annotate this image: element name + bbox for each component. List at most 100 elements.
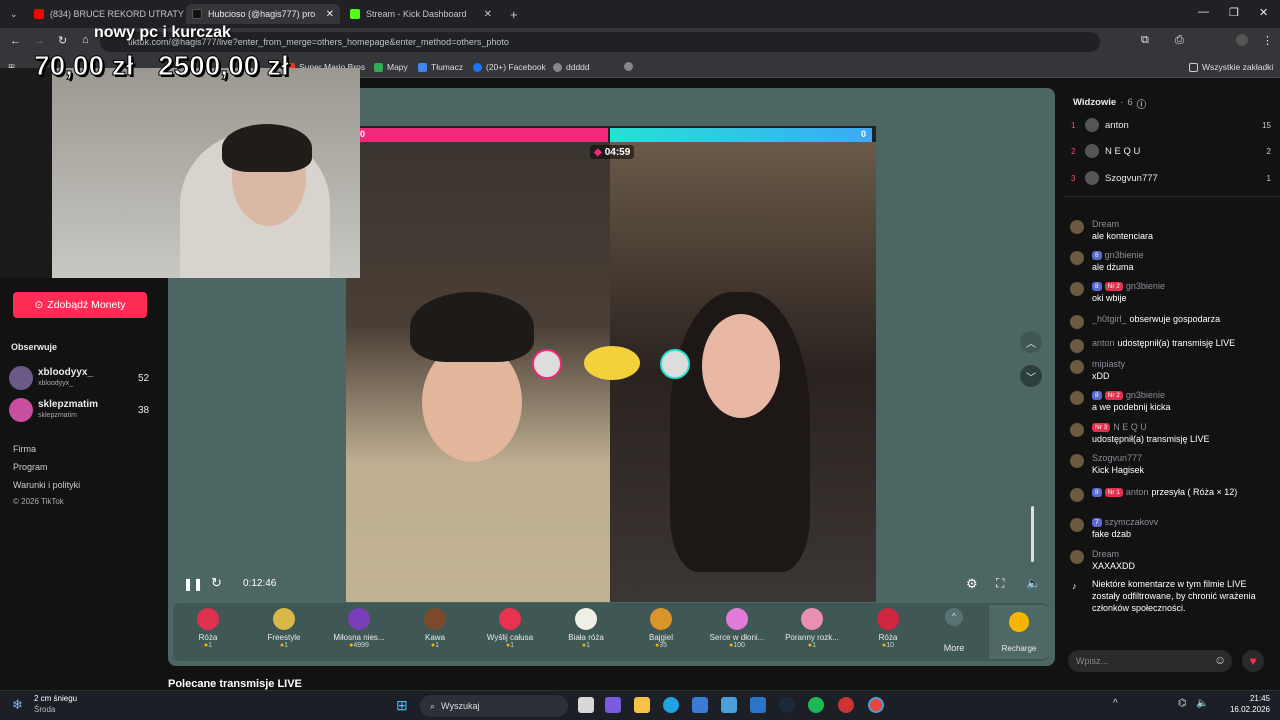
viewer-item[interactable]: 1 anton 15 bbox=[1071, 118, 1271, 132]
chat-message[interactable]: Dream ale kontenciara bbox=[1070, 218, 1270, 242]
gift-icon bbox=[197, 608, 219, 630]
home-icon[interactable]: ⌂ bbox=[82, 34, 89, 46]
viewer-item[interactable]: 2N E Q U2 bbox=[1071, 144, 1271, 158]
chat-input[interactable]: Wpisz... bbox=[1068, 650, 1232, 672]
settings-icon[interactable]: ⚙ bbox=[966, 576, 978, 592]
bookmark-globe[interactable] bbox=[624, 62, 637, 71]
link-company[interactable]: Firma bbox=[13, 444, 36, 454]
gift-item[interactable]: Serce w dłoni... ●100 bbox=[704, 608, 770, 649]
app-icon[interactable] bbox=[838, 697, 854, 713]
menu-icon[interactable]: ⋮ bbox=[1262, 34, 1273, 47]
link-terms[interactable]: Warunki i polityki bbox=[13, 480, 80, 490]
chat-message[interactable]: mipiasty xDD bbox=[1070, 358, 1270, 382]
chat-message[interactable]: _h0tgirl_ obserwuje gospodarza bbox=[1070, 313, 1270, 329]
folder-icon[interactable] bbox=[634, 697, 650, 713]
more-gifts-button[interactable]: ^ More bbox=[939, 608, 969, 656]
close-icon[interactable]: ✕ bbox=[478, 9, 492, 20]
maximize-icon[interactable]: ❐ bbox=[1229, 6, 1239, 19]
gift-icon bbox=[877, 608, 899, 630]
store-icon[interactable] bbox=[692, 697, 708, 713]
bookmark-ddddd[interactable]: ddddd bbox=[553, 62, 590, 72]
minimize-icon[interactable]: — bbox=[1198, 6, 1209, 18]
spotify-icon[interactable] bbox=[808, 697, 824, 713]
new-tab-button[interactable]: + bbox=[504, 4, 524, 24]
chat-message[interactable]: Nr 3N E Q Uudostępnił(a) transmisję LIVE bbox=[1070, 421, 1270, 445]
back-icon[interactable]: ← bbox=[10, 35, 21, 47]
gift-item[interactable]: Poranny rozk... ●1 bbox=[779, 608, 845, 649]
chat-message[interactable]: 8 Nr 1 anton przesyła ( Róża × 12) bbox=[1070, 486, 1270, 502]
file-explorer-icon[interactable] bbox=[578, 697, 594, 713]
chat-message[interactable]: 7 szymczakovv fake dżab bbox=[1070, 516, 1270, 540]
forward-icon[interactable]: → bbox=[34, 35, 45, 47]
print-icon[interactable]: ⎙ bbox=[1175, 34, 1184, 47]
gift-item[interactable]: Freestyle ●1 bbox=[251, 608, 317, 649]
gift-item[interactable]: Róża ●10 bbox=[855, 608, 921, 649]
copilot-icon[interactable] bbox=[605, 697, 621, 713]
chevron-up-icon[interactable]: ^ bbox=[1113, 698, 1118, 709]
chat-message[interactable]: anton udostępnił(a) transmisję LIVE bbox=[1070, 337, 1270, 353]
tab-list-button[interactable]: ⌄ bbox=[4, 4, 28, 24]
pause-icon[interactable]: ❚❚ bbox=[183, 577, 203, 591]
app-icon[interactable] bbox=[721, 697, 737, 713]
link-program[interactable]: Program bbox=[13, 462, 48, 472]
chevron-down-icon[interactable]: ﹀ bbox=[1020, 365, 1042, 387]
info-icon[interactable]: ⓘ bbox=[1137, 97, 1147, 111]
volume-icon[interactable]: 🔈 bbox=[1196, 698, 1208, 709]
volume-icon[interactable]: 🔈 bbox=[1026, 576, 1041, 590]
bookmark-maps[interactable]: Mapy bbox=[374, 62, 408, 72]
app-icon[interactable] bbox=[750, 697, 766, 713]
chevron-up-icon[interactable]: ︿ bbox=[1020, 331, 1042, 353]
kick-icon bbox=[350, 9, 360, 19]
volume-slider[interactable] bbox=[1031, 506, 1034, 562]
emoji-icon[interactable]: ☺ bbox=[1214, 653, 1226, 667]
following-item[interactable]: sklepzmatim sklepzmatim 38 bbox=[9, 398, 159, 424]
steam-icon[interactable] bbox=[779, 697, 795, 713]
url-field[interactable]: tiktok.com/@hagis777/live?enter_from_mer… bbox=[100, 32, 1100, 52]
battle-icon: ◆ bbox=[594, 146, 602, 158]
edge-icon[interactable] bbox=[663, 697, 679, 713]
bookmark-facebook[interactable]: (20+) Facebook bbox=[473, 62, 546, 72]
avatar bbox=[1070, 220, 1084, 234]
heart-icon[interactable]: ♥ bbox=[1242, 650, 1264, 672]
bookmark-translate[interactable]: Tłumacz bbox=[418, 62, 463, 72]
chat-message[interactable]: 8 Nr 2 gn3bienie oki wbije bbox=[1070, 280, 1270, 304]
avatar bbox=[1070, 488, 1084, 502]
windows-start-icon[interactable]: ⊞ bbox=[396, 697, 408, 714]
avatar bbox=[1070, 282, 1084, 296]
gift-item[interactable]: Biała róża ●1 bbox=[553, 608, 619, 649]
extensions-icon[interactable]: ⧉ bbox=[1141, 34, 1149, 47]
close-window-icon[interactable]: ✕ bbox=[1259, 6, 1268, 19]
network-icon[interactable]: ⌬ bbox=[1178, 698, 1187, 709]
recommended-header: Polecane transmisje LIVE bbox=[168, 678, 302, 690]
avatar bbox=[1085, 171, 1099, 185]
gift-icon bbox=[650, 608, 672, 630]
chat-message[interactable]: Dream XAXAXDD bbox=[1070, 548, 1270, 572]
gift-item[interactable]: Kawa ●1 bbox=[402, 608, 468, 649]
gift-item[interactable]: Miłosna nies... ●4999 bbox=[326, 608, 392, 649]
gift-item[interactable]: Róża ●1 bbox=[175, 608, 241, 649]
coin-icon: ⊙ bbox=[34, 299, 44, 311]
gift-item[interactable]: Wyślij całusa ●1 bbox=[477, 608, 543, 649]
profile-avatar[interactable] bbox=[1236, 34, 1248, 46]
tiktok-icon: ♪ bbox=[1072, 581, 1077, 591]
recharge-button[interactable]: Recharge bbox=[989, 605, 1049, 659]
refresh-icon[interactable]: ↻ bbox=[211, 575, 222, 591]
fullscreen-icon[interactable]: ⛶ bbox=[996, 576, 1004, 591]
tab-kick[interactable]: Stream - Kick Dashboard ✕ bbox=[344, 4, 498, 24]
chat-message[interactable]: 8 gn3bienie ale dżuma bbox=[1070, 249, 1270, 273]
following-item[interactable]: xbloodyyx_ xbloodyyx_ 52 bbox=[9, 366, 159, 392]
avatar bbox=[1070, 550, 1084, 564]
tab-tiktok[interactable]: Hubcioso (@hagis777) pro ✕ bbox=[186, 4, 340, 24]
taskbar-search[interactable]: ⌕ Wyszukaj bbox=[420, 695, 568, 717]
tab-youtube[interactable]: (834) BRUCE REKORD UTRATY✕ bbox=[28, 4, 184, 24]
chat-message[interactable]: Szogvun777 Kick Hagisek bbox=[1070, 452, 1270, 476]
close-icon[interactable]: ✕ bbox=[320, 9, 334, 20]
chrome-icon[interactable] bbox=[868, 697, 884, 713]
get-coins-button[interactable]: ⊙ Zdobądź Monety bbox=[13, 292, 147, 318]
reload-icon[interactable]: ↻ bbox=[58, 34, 67, 47]
viewer-item[interactable]: 3 Szogvun777 1 bbox=[1071, 171, 1271, 185]
all-bookmarks[interactable]: Wszystkie zakładki bbox=[1189, 62, 1273, 72]
chat-message[interactable]: 8 Nr 2 gn3bienie a we podebnij kicka bbox=[1070, 389, 1270, 413]
weather-icon[interactable]: ❄ bbox=[12, 697, 23, 713]
gift-item[interactable]: Bajgiel ●35 bbox=[628, 608, 694, 649]
